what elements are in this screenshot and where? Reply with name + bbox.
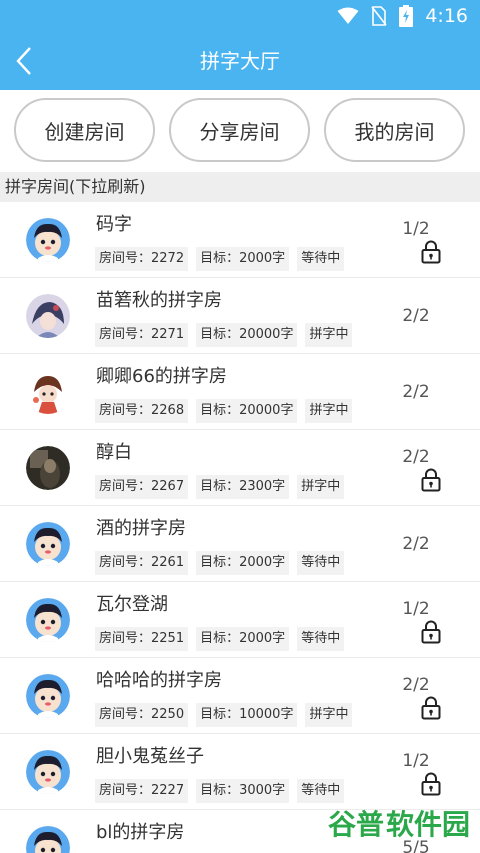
status-icons: 4:16	[337, 5, 468, 27]
room-number-tag: 房间号：2261	[95, 551, 189, 575]
room-tags: 房间号：2268 目标：20000字 拼字中	[95, 399, 353, 423]
avatar	[26, 522, 70, 566]
action-buttons: 创建房间 分享房间 我的房间	[0, 90, 480, 172]
avatar	[26, 218, 70, 262]
room-name: bl的拼字房	[96, 822, 185, 843]
player-count: 1/2	[402, 599, 430, 619]
back-button[interactable]	[12, 44, 40, 78]
lock-icon	[420, 696, 442, 720]
room-name: 哈哈哈的拼字房	[96, 670, 222, 691]
room-target-tag: 目标：2000字	[196, 247, 290, 271]
room-target-tag: 目标：10000字	[196, 703, 298, 727]
room-tags: 房间号：2250 目标：10000字 拼字中	[95, 703, 353, 727]
player-count: 2/2	[402, 675, 430, 695]
page-title: 拼字大厅	[200, 49, 280, 73]
room-number-tag: 房间号：2227	[95, 779, 189, 803]
room-name: 瓦尔登湖	[96, 594, 168, 615]
room-target-tag: 目标：2000字	[196, 627, 290, 651]
create-room-button[interactable]: 创建房间	[14, 98, 155, 162]
wifi-icon	[337, 7, 359, 24]
my-rooms-button[interactable]: 我的房间	[324, 98, 465, 162]
room-name: 醇白	[96, 442, 132, 463]
battery-charging-icon	[399, 5, 414, 27]
app-bar: 拼字大厅	[0, 32, 480, 90]
room-target-tag: 目标：20000字	[196, 399, 298, 423]
room-row[interactable]: 码字房间号：2272 目标：2000字 等待中 1/2	[0, 202, 480, 278]
room-number-tag: 房间号：2271	[95, 323, 189, 347]
player-count: 2/2	[402, 306, 430, 326]
room-row[interactable]: 瓦尔登湖房间号：2251 目标：2000字 等待中 1/2	[0, 582, 480, 658]
room-tags: 房间号：2227 目标：3000字 等待中	[95, 779, 345, 803]
room-row[interactable]: 胆小鬼菟丝子 房间号：2227 目标：3000字 等待中 1/2	[0, 734, 480, 810]
room-tags: 房间号：2267 目标：2300字 拼字中	[95, 475, 345, 499]
room-number-tag: 房间号：2251	[95, 627, 189, 651]
player-count: 1/2	[402, 751, 430, 771]
watermark-part-2: 软件园	[386, 808, 471, 841]
room-tags: 房间号：2261 目标：2000字 等待中	[95, 551, 345, 575]
avatar	[26, 598, 70, 642]
avatar	[26, 446, 70, 490]
room-row[interactable]: 哈哈哈的拼字房 房间号：2250 目标：10000字 拼字中 2/2	[0, 658, 480, 734]
lock-icon	[420, 772, 442, 796]
room-target-tag: 目标：2300字	[196, 475, 290, 499]
room-tags: 房间号：2271 目标：20000字 拼字中	[95, 323, 353, 347]
section-header: 拼字房间(下拉刷新)	[0, 172, 480, 202]
room-name: 码字	[96, 214, 132, 235]
room-status-tag: 拼字中	[305, 399, 353, 423]
avatar	[26, 674, 70, 718]
room-row[interactable]: 醇白房间号：2267 目标：2300字 拼字中 2/2	[0, 430, 480, 506]
room-name: 胆小鬼菟丝子	[96, 746, 204, 767]
avatar	[26, 826, 70, 853]
room-status-tag: 等待中	[297, 247, 345, 271]
room-name: 苗箬秋的拼字房	[96, 290, 222, 311]
watermark-part-1: 谷普	[328, 808, 385, 841]
room-status-tag: 拼字中	[297, 475, 345, 499]
back-arrow-icon	[16, 47, 31, 75]
room-row[interactable]: 酒的拼字房房间号：2261 目标：2000字 等待中 2/2	[0, 506, 480, 582]
room-status-tag: 等待中	[297, 551, 345, 575]
player-count: 1/2	[402, 219, 430, 239]
room-target-tag: 目标：2000字	[196, 551, 290, 575]
avatar	[26, 370, 70, 414]
player-count: 2/2	[402, 447, 430, 467]
room-name: 卿卿66的拼字房	[96, 366, 227, 387]
room-target-tag: 目标：3000字	[196, 779, 290, 803]
room-list[interactable]: 码字 房间号：2272 目标：2000字 等待中 1/2 苗箬秋的拼字房 房间号：2271 目…	[0, 202, 480, 853]
room-row[interactable]: 苗箬秋的拼字房 房间号：2271 目标：20000字 拼字中 2/2	[0, 278, 480, 354]
room-number-tag: 房间号：2268	[95, 399, 189, 423]
room-number-tag: 房间号：2272	[95, 247, 189, 271]
room-name: 酒的拼字房	[96, 518, 186, 539]
room-tags: 房间号：2272 目标：2000字 等待中	[95, 247, 345, 271]
room-tags: 房间号：2251 目标：2000字 等待中	[95, 627, 345, 651]
lock-icon	[420, 620, 442, 644]
player-count: 2/2	[402, 382, 430, 402]
room-row[interactable]: 卿卿66的拼字房 房间号：2268 目标：20000字 拼字中 2/2	[0, 354, 480, 430]
room-target-tag: 目标：20000字	[196, 323, 298, 347]
avatar	[26, 750, 70, 794]
avatar	[26, 294, 70, 338]
lock-icon	[420, 240, 442, 264]
status-time: 4:16	[425, 5, 468, 27]
status-bar: 4:16	[0, 0, 480, 32]
no-sim-icon	[371, 6, 387, 26]
room-number-tag: 房间号：2267	[95, 475, 189, 499]
player-count: 2/2	[402, 534, 430, 554]
room-status-tag: 等待中	[297, 627, 345, 651]
room-number-tag: 房间号：2250	[95, 703, 189, 727]
room-status-tag: 拼字中	[305, 703, 353, 727]
room-status-tag: 拼字中	[305, 323, 353, 347]
lock-icon	[420, 468, 442, 492]
share-room-button[interactable]: 分享房间	[169, 98, 310, 162]
watermark-logo: 谷普 软件园	[328, 800, 474, 846]
